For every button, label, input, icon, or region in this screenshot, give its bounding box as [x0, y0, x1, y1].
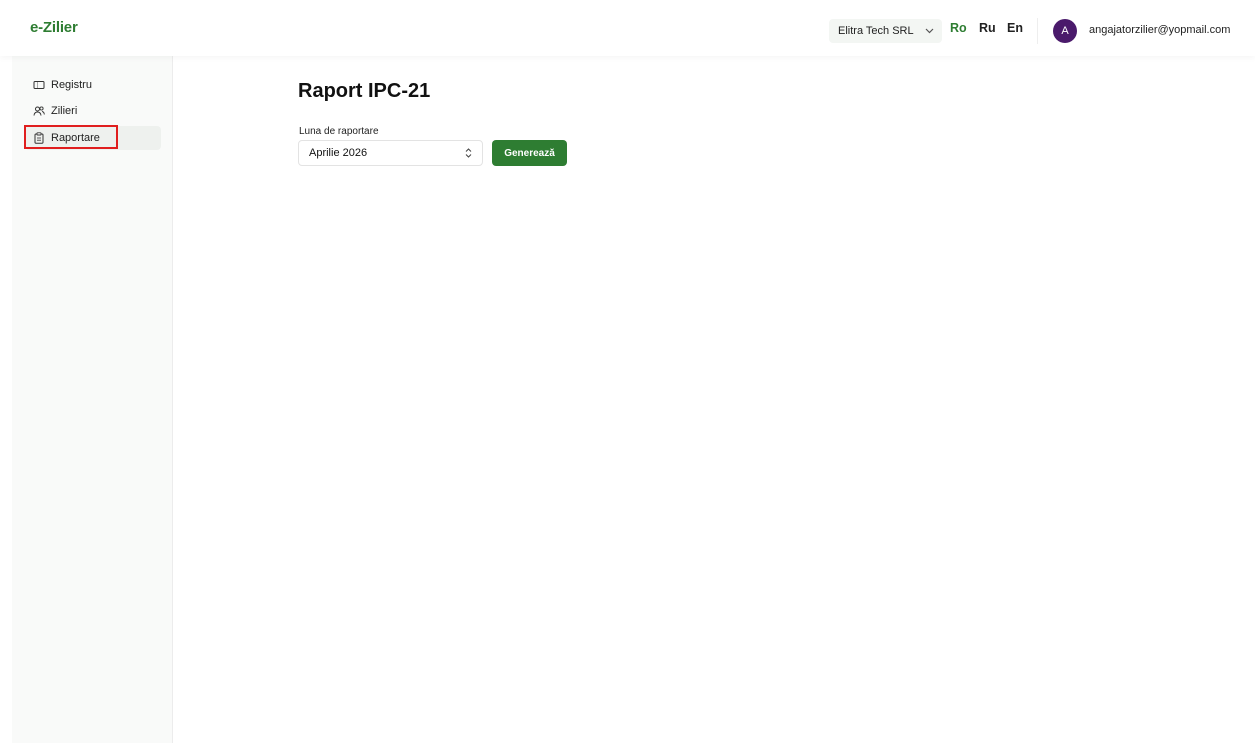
sidebar-item-label: Raportare	[51, 132, 100, 144]
chevron-up-down-icon	[465, 148, 472, 158]
chevron-down-icon	[925, 26, 934, 37]
ticket-icon	[33, 79, 45, 91]
month-select[interactable]: Aprilie 2026	[298, 140, 483, 166]
lang-ru-button[interactable]: Ru	[979, 21, 996, 35]
users-icon	[33, 105, 45, 117]
app-logo[interactable]: e-Zilier	[30, 19, 78, 36]
user-email[interactable]: angajatorzilier@yopmail.com	[1089, 24, 1230, 36]
sidebar: Registru Zilieri Raportare	[12, 56, 173, 743]
company-select[interactable]: Elitra Tech SRL	[829, 19, 942, 43]
lang-ro-button[interactable]: Ro	[950, 21, 967, 35]
sidebar-item-label: Zilieri	[51, 105, 78, 117]
clipboard-icon	[33, 132, 45, 144]
sidebar-item-zilieri[interactable]: Zilieri	[25, 99, 161, 123]
month-field-label: Luna de raportare	[299, 126, 379, 137]
lang-en-button[interactable]: En	[1007, 21, 1023, 35]
month-select-value: Aprilie 2026	[309, 147, 368, 159]
avatar[interactable]: A	[1053, 19, 1077, 43]
top-header: e-Zilier Elitra Tech SRL Ro Ru En A anga…	[0, 0, 1255, 56]
generate-button[interactable]: Generează	[492, 140, 567, 166]
sidebar-item-label: Registru	[51, 79, 92, 91]
sidebar-item-registru[interactable]: Registru	[25, 73, 161, 97]
page-title: Raport IPC-21	[298, 80, 431, 102]
company-select-value: Elitra Tech SRL	[838, 25, 914, 37]
header-divider	[1037, 18, 1038, 44]
sidebar-item-raportare[interactable]: Raportare	[25, 126, 161, 150]
